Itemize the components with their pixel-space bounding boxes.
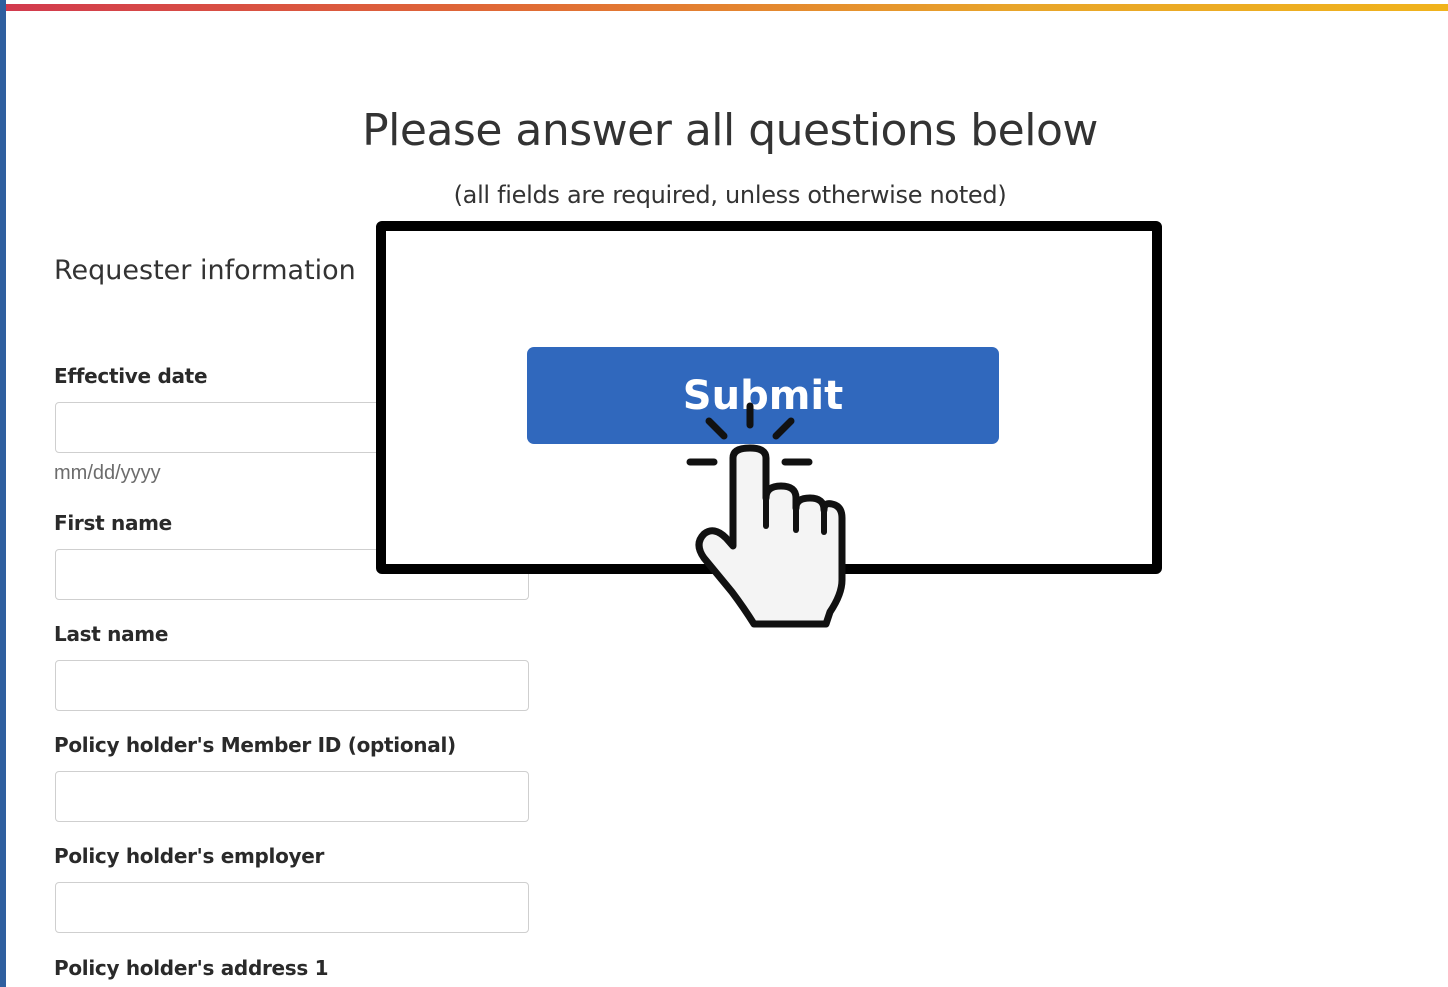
- employer-input[interactable]: [55, 882, 529, 933]
- page-subtitle: (all fields are required, unless otherwi…: [453, 181, 1007, 209]
- top-gradient-bar: [6, 4, 1448, 11]
- last-name-input[interactable]: [55, 660, 529, 711]
- member-id-input[interactable]: [55, 771, 529, 822]
- effective-date-label: Effective date: [54, 364, 208, 388]
- effective-date-format-hint: mm/dd/yyyy: [54, 462, 161, 484]
- member-id-label: Policy holder's Member ID (optional): [54, 733, 456, 757]
- address1-label: Policy holder's address 1: [54, 956, 329, 980]
- hand-pointer-click-icon: [686, 402, 846, 628]
- last-name-label: Last name: [54, 622, 169, 646]
- page-title: Please answer all questions below: [362, 105, 1098, 156]
- employer-label: Policy holder's employer: [54, 844, 325, 868]
- first-name-label: First name: [54, 511, 172, 535]
- section-title-requester: Requester information: [54, 255, 356, 286]
